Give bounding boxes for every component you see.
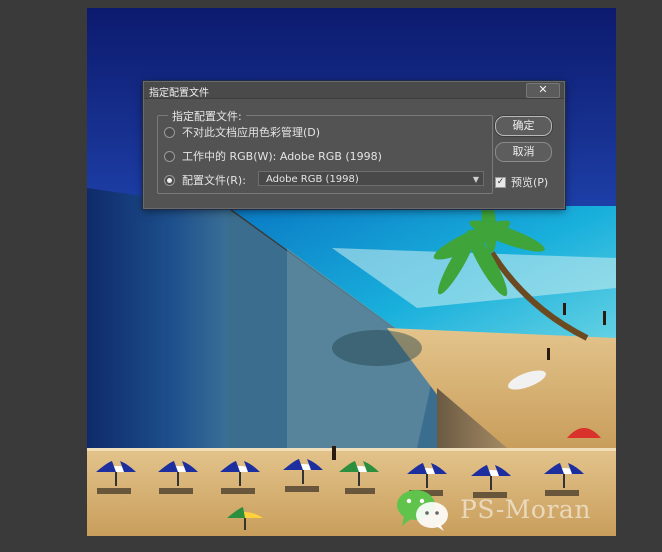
dialog-titlebar[interactable]: 指定配置文件 ✕: [144, 82, 564, 99]
option-profile[interactable]: 配置文件(R):: [164, 172, 246, 187]
close-icon: ✕: [538, 83, 548, 96]
profile-select-value: Adobe RGB (1998): [266, 174, 359, 185]
preview-checkbox-row[interactable]: ✓ 预览(P): [495, 174, 548, 190]
option-label-working-rgb: 工作中的 RGB(W): Adobe RGB (1998): [182, 150, 382, 163]
assign-profile-dialog: 指定配置文件 ✕ 指定配置文件: 不对此文档应用色彩管理(D) 工作中的 RGB…: [143, 81, 565, 209]
preview-checkbox[interactable]: ✓: [495, 176, 506, 188]
ok-button[interactable]: 确定: [495, 116, 552, 136]
profile-options-group: 指定配置文件: 不对此文档应用色彩管理(D) 工作中的 RGB(W): Adob…: [157, 108, 493, 194]
cancel-button[interactable]: 取消: [495, 142, 552, 162]
option-label-dont-color-manage: 不对此文档应用色彩管理(D): [182, 126, 321, 139]
group-label: 指定配置文件:: [168, 108, 246, 124]
dialog-title: 指定配置文件: [149, 88, 209, 99]
option-working-rgb[interactable]: 工作中的 RGB(W): Adobe RGB (1998): [164, 148, 382, 163]
preview-label: 预览(P): [511, 176, 549, 189]
option-dont-color-manage[interactable]: 不对此文档应用色彩管理(D): [164, 124, 321, 139]
radio-working-rgb[interactable]: [164, 150, 175, 162]
radio-profile[interactable]: [164, 174, 175, 186]
chevron-down-icon: ▼: [472, 175, 479, 184]
option-label-profile: 配置文件(R):: [182, 174, 246, 187]
watermark-text: PS-Moran: [460, 495, 591, 524]
wechat-icon: [397, 490, 448, 531]
watermark: PS-Moran: [394, 486, 624, 532]
close-button[interactable]: ✕: [526, 83, 560, 98]
radio-dont-color-manage[interactable]: [164, 126, 175, 138]
profile-select[interactable]: Adobe RGB (1998) ▼: [258, 171, 484, 186]
